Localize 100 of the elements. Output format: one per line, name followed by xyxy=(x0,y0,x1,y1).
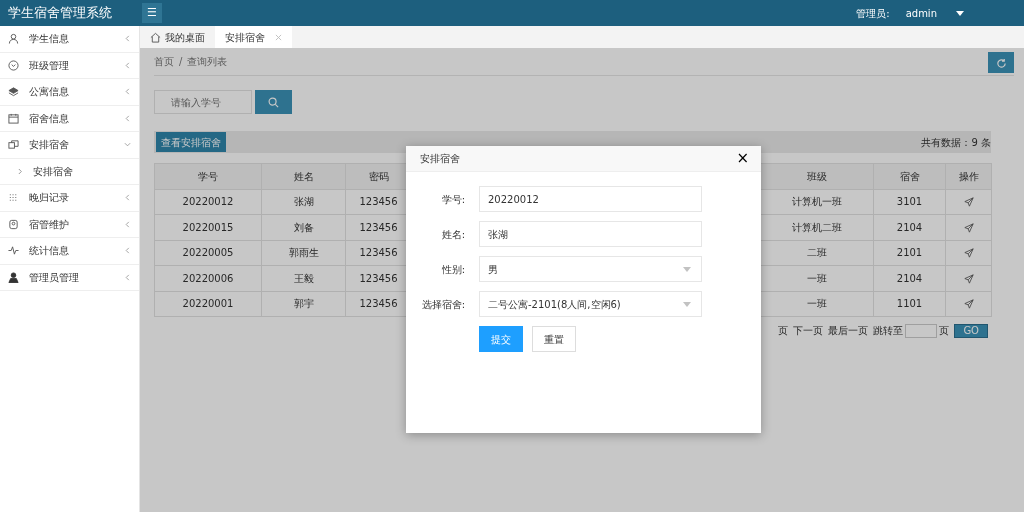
sidebar-label: 宿舍信息 xyxy=(29,111,69,126)
sidebar-item[interactable]: 统计信息 xyxy=(0,238,139,265)
page-unit: 页 xyxy=(939,324,950,338)
table-cell: 2104 xyxy=(873,265,946,291)
sidebar-item[interactable]: 晚归记录 xyxy=(0,185,139,212)
sidebar-subitem[interactable]: 安排宿舍 xyxy=(0,158,139,185)
pagination-link[interactable]: 最后一页 xyxy=(828,323,869,338)
column-header: 姓名 xyxy=(261,163,346,189)
chevron-icon xyxy=(124,220,131,228)
pagination-link[interactable]: 页 xyxy=(778,323,789,338)
caret-icon xyxy=(683,266,691,272)
chevron-icon xyxy=(124,194,131,202)
refresh-icon xyxy=(995,57,1007,69)
field-label: 姓名: xyxy=(440,227,466,242)
field-label: 学号: xyxy=(440,192,466,207)
search-field[interactable]: 请输入学号 xyxy=(154,90,252,114)
sidebar-item[interactable]: 管理员管理 xyxy=(0,264,139,291)
table-cell: 2101 xyxy=(873,240,946,266)
sidebar-label: 管理员管理 xyxy=(29,270,79,285)
breadcrumb-item[interactable]: 查询列表 xyxy=(187,54,228,69)
close-button[interactable]: × xyxy=(736,151,749,166)
record-count: 共有数据：9 条 xyxy=(921,135,991,150)
sidebar-label: 学生信息 xyxy=(29,32,69,47)
table-cell: 3101 xyxy=(873,189,946,215)
sidebar-label: 安排宿舍 xyxy=(29,138,69,153)
paper-plane-icon[interactable] xyxy=(963,222,974,233)
table-cell: 20220005 xyxy=(154,240,262,266)
sidebar-label: 公寓信息 xyxy=(29,85,69,100)
tab[interactable]: 安排宿舍 xyxy=(215,26,292,48)
chevron-icon xyxy=(124,35,131,43)
stack-icon xyxy=(8,86,19,98)
field-label: 性别: xyxy=(440,262,466,277)
admin-label: 管理员: xyxy=(856,6,890,21)
sidebar-label: 安排宿舍 xyxy=(33,164,73,179)
sidebar-item[interactable]: 宿舍信息 xyxy=(0,105,139,132)
column-header: 操作 xyxy=(945,163,992,189)
table-cell: 20220006 xyxy=(154,265,262,291)
input-field[interactable]: 20220012 xyxy=(479,186,702,212)
paper-plane-icon[interactable] xyxy=(963,197,974,208)
table-cell: 郭雨生 xyxy=(261,240,346,266)
sidebar-item[interactable]: 学生信息 xyxy=(0,26,139,53)
input-field[interactable]: 张湖 xyxy=(479,221,702,247)
table-cell: 张湖 xyxy=(261,189,346,215)
sidebar-item[interactable]: 宿管维护 xyxy=(0,211,139,238)
table-cell: 20220001 xyxy=(154,291,262,317)
table-cell: 1101 xyxy=(873,291,946,317)
table-cell: 2104 xyxy=(873,214,946,240)
tab[interactable]: 我的桌面 xyxy=(140,26,215,48)
table-cell: 刘备 xyxy=(261,214,346,240)
sidebar-label: 班级管理 xyxy=(29,58,69,73)
pulse-icon xyxy=(8,245,19,257)
sidebar-item[interactable]: 安排宿舍 xyxy=(0,132,139,159)
table-cell: 20220012 xyxy=(154,189,262,215)
field-label: 选择宿舍: xyxy=(420,297,466,312)
breadcrumb-item[interactable]: 首页 xyxy=(154,54,174,69)
column-header: 班级 xyxy=(760,163,874,189)
chevron-icon xyxy=(124,247,131,255)
paper-plane-icon[interactable] xyxy=(963,273,974,284)
view-arrangement-button[interactable]: 查看安排宿舍 xyxy=(156,132,226,152)
search-button[interactable] xyxy=(255,90,292,114)
column-header: 宿舍 xyxy=(873,163,946,189)
select-field[interactable]: 二号公寓-2101(8人间,空闲6) xyxy=(479,291,702,317)
chevron-icon xyxy=(124,141,131,149)
paper-plane-icon[interactable] xyxy=(963,299,974,310)
sidebar-label: 统计信息 xyxy=(29,244,69,259)
select-field[interactable]: 男 xyxy=(479,256,702,282)
menu-button[interactable]: ☰ xyxy=(142,3,162,23)
sidebar-label: 晚归记录 xyxy=(29,191,69,206)
chevron-icon xyxy=(124,114,131,122)
tab-label: 我的桌面 xyxy=(165,30,205,45)
chevron-icon xyxy=(124,61,131,69)
table-cell: 王毅 xyxy=(261,265,346,291)
caret-icon xyxy=(683,301,691,307)
breadcrumb-separator: / xyxy=(179,55,183,69)
tab-label: 安排宿舍 xyxy=(225,30,265,45)
caret-icon xyxy=(956,10,964,16)
refresh-button[interactable] xyxy=(988,52,1014,73)
chevron-icon xyxy=(124,88,131,96)
reset-button[interactable]: 重置 xyxy=(532,326,576,352)
home-icon xyxy=(150,31,161,43)
table-cell: 20220015 xyxy=(154,214,262,240)
jump-label: 跳转至 xyxy=(873,324,904,338)
calendar-icon xyxy=(8,112,19,124)
column-header: 学号 xyxy=(154,163,262,189)
grid-icon xyxy=(8,192,19,204)
table-cell: 郭宇 xyxy=(261,291,346,317)
page-field[interactable] xyxy=(905,323,938,338)
app-title: 学生宿舍管理系统 xyxy=(7,4,113,22)
circle-icon xyxy=(8,59,19,71)
windows-icon xyxy=(8,139,19,151)
chevron-icon xyxy=(124,273,131,281)
chevron-icon xyxy=(18,167,23,175)
dialog-title: 安排宿舍 xyxy=(420,152,460,166)
paper-plane-icon[interactable] xyxy=(963,248,974,259)
search-icon xyxy=(268,97,279,108)
sidebar-label: 宿管维护 xyxy=(29,217,69,232)
sidebar-item[interactable]: 班级管理 xyxy=(0,52,139,79)
admin-dropdown[interactable]: admin xyxy=(905,5,937,21)
sidebar-item[interactable]: 公寓信息 xyxy=(0,79,139,106)
pagination-link[interactable]: 下一页 xyxy=(793,323,824,338)
